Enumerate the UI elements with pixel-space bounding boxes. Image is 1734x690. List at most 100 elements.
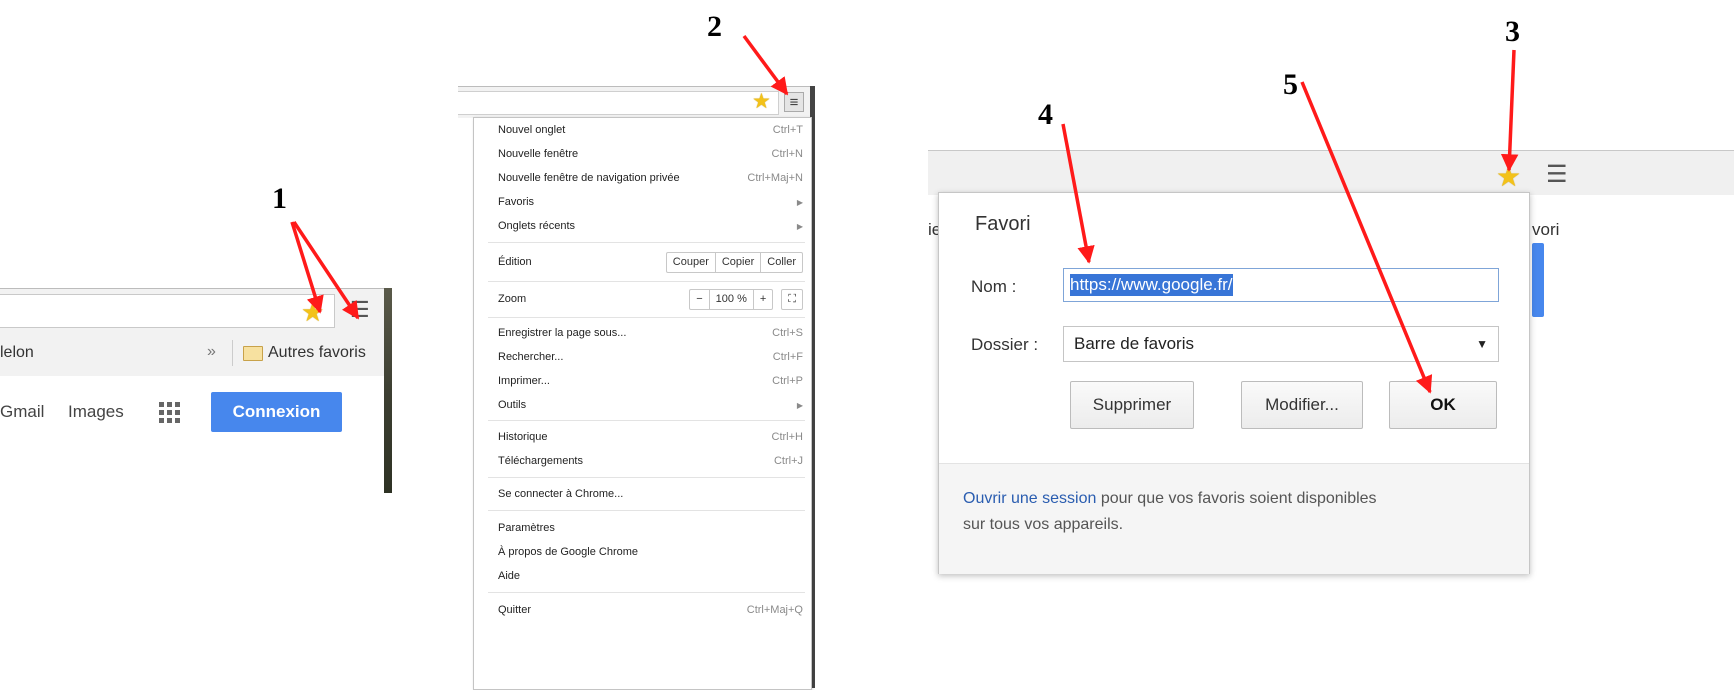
menu-item-label: Nouvelle fenêtre de navigation privée — [498, 172, 680, 184]
menu-item-save-page[interactable]: Enregistrer la page sous... Ctrl+S — [498, 321, 803, 345]
submenu-arrow-icon: ▶ — [796, 197, 803, 207]
annotation-number-5: 5 — [1283, 68, 1298, 101]
address-bar[interactable] — [458, 91, 779, 115]
fullscreen-button[interactable]: ⛶ — [781, 288, 803, 310]
menu-item-find[interactable]: Rechercher... Ctrl+F — [498, 345, 803, 369]
shortcut-label: Ctrl+P — [772, 375, 803, 387]
name-label: Nom : — [971, 277, 1017, 296]
folder-select-value: Barre de favoris — [1074, 334, 1194, 353]
shortcut-label: Ctrl+N — [771, 148, 803, 160]
menu-item-bookmarks[interactable]: Favoris ▶ — [498, 190, 803, 214]
menu-item-label: Nouvel onglet — [498, 124, 566, 136]
menu-separator — [488, 242, 805, 243]
star-icon[interactable]: ★ — [1496, 163, 1521, 191]
images-link[interactable]: Images — [68, 402, 124, 422]
toolbar: ★ ☰ — [928, 150, 1734, 195]
menu-item-signin[interactable]: Se connecter à Chrome... — [498, 482, 803, 506]
footer-text-line1: pour que vos favoris soient disponibles — [1096, 490, 1377, 507]
menu-item-print[interactable]: Imprimer... Ctrl+P — [498, 369, 803, 393]
signin-button[interactable]: Connexion — [211, 392, 342, 432]
submenu-arrow-icon: ▶ — [796, 221, 803, 231]
window-edge — [384, 288, 392, 493]
shortcut-label: Ctrl+F — [772, 351, 803, 363]
edit-button[interactable]: Modifier... — [1241, 381, 1363, 429]
menu-item-incognito[interactable]: Nouvelle fenêtre de navigation privée Ctr… — [498, 166, 803, 190]
menu-item-label: Téléchargements — [498, 455, 583, 467]
menu-item-quit[interactable]: Quitter Ctrl+Maj+Q — [498, 598, 803, 622]
panel-2-chrome-menu-crop: ★ ≡ Nouvel onglet Ctrl+T Nouvelle fenêtre… — [458, 86, 818, 690]
edit-button-group: Couper Copier Coller — [665, 251, 803, 273]
shortcut-label: Ctrl+S — [772, 327, 803, 339]
menu-item-help[interactable]: Aide — [498, 564, 803, 588]
zoom-button-group: − 100 % + — [689, 288, 774, 310]
zoom-in-button[interactable]: + — [752, 289, 772, 309]
menu-item-label: Nouvelle fenêtre — [498, 148, 579, 160]
menu-item-label: Outils — [498, 399, 527, 411]
apps-grid-icon[interactable] — [159, 402, 180, 423]
folder-select[interactable]: Barre de favoris ▼ — [1063, 326, 1499, 362]
divider — [232, 340, 233, 366]
ok-button[interactable]: OK — [1389, 381, 1497, 429]
menu-item-downloads[interactable]: Téléchargements Ctrl+J — [498, 449, 803, 473]
menu-separator — [488, 317, 805, 318]
menu-item-new-tab[interactable]: Nouvel onglet Ctrl+T — [498, 118, 803, 142]
menu-icon[interactable]: ≡ — [784, 92, 804, 112]
copy-button[interactable]: Copier — [714, 252, 760, 272]
shortcut-label: Ctrl+Maj+N — [747, 172, 803, 184]
remove-button[interactable]: Supprimer — [1070, 381, 1194, 429]
menu-item-new-window[interactable]: Nouvelle fenêtre Ctrl+N — [498, 142, 803, 166]
menu-separator — [488, 477, 805, 478]
folder-icon — [243, 346, 263, 361]
signin-button-partial[interactable] — [1532, 243, 1544, 317]
zoom-out-button[interactable]: − — [690, 290, 708, 309]
dropdown-arrow-icon: ▼ — [1476, 337, 1488, 351]
menu-icon[interactable]: ☰ — [350, 299, 370, 321]
paste-button[interactable]: Coller — [760, 252, 802, 272]
star-icon[interactable]: ★ — [752, 91, 771, 112]
shortcut-label: Ctrl+J — [773, 455, 803, 467]
shortcut-label: Ctrl+T — [772, 124, 803, 136]
bookmark-dialog: Favori Nom : https://www.google.fr/ Doss… — [938, 192, 1530, 574]
zoom-level: 100 % — [708, 289, 753, 309]
annotation-number-2: 2 — [707, 10, 722, 43]
star-icon[interactable]: ★ — [301, 299, 324, 325]
name-input-value: https://www.google.fr/ — [1070, 274, 1233, 296]
menu-item-settings[interactable]: Paramètres — [498, 516, 803, 540]
toolbar: ★ ≡ — [458, 86, 810, 118]
shortcut-label: Ctrl+Maj+Q — [746, 604, 803, 616]
menu-icon[interactable]: ☰ — [1546, 163, 1568, 187]
bookmark-item[interactable]: lelon — [0, 344, 34, 362]
menu-item-label: Se connecter à Chrome... — [498, 488, 624, 500]
other-bookmarks-folder[interactable]: Autres favoris — [268, 344, 366, 362]
shortcut-label: Ctrl+H — [771, 431, 803, 443]
fullscreen-icon: ⛶ — [788, 292, 796, 305]
chrome-menu: Nouvel onglet Ctrl+T Nouvelle fenêtre Ctrl… — [473, 117, 812, 690]
panel-1-toolbar-crop: ★ ☰ lelon » Autres favoris Gmail Images … — [0, 288, 392, 493]
menu-separator — [488, 592, 805, 593]
signin-link[interactable]: Ouvrir une session — [963, 490, 1096, 507]
menu-item-label: Favoris — [498, 196, 535, 208]
name-input[interactable]: https://www.google.fr/ — [1063, 268, 1499, 302]
bookmarks-overflow-chevron[interactable]: » — [207, 343, 216, 361]
toolbar: ★ ☰ — [0, 288, 384, 331]
menu-item-label: Aide — [498, 570, 521, 582]
menu-separator — [488, 420, 805, 421]
menu-item-about[interactable]: À propos de Google Chrome — [498, 540, 803, 564]
menu-item-recent-tabs[interactable]: Onglets récents ▶ — [498, 214, 803, 238]
menu-item-label: Quitter — [498, 604, 532, 616]
cut-button[interactable]: Couper — [667, 253, 715, 272]
annotation-number-1: 1 — [272, 182, 287, 215]
menu-item-label: Paramètres — [498, 522, 555, 534]
menu-item-label: Zoom — [498, 293, 527, 305]
address-bar[interactable] — [0, 294, 335, 328]
menu-separator — [488, 281, 805, 282]
menu-item-label: Édition — [498, 256, 532, 268]
annotation-number-3: 3 — [1505, 15, 1520, 48]
google-homepage-header: Gmail Images Connexion — [0, 376, 384, 493]
menu-item-label: Enregistrer la page sous... — [498, 327, 627, 339]
menu-item-history[interactable]: Historique Ctrl+H — [498, 425, 803, 449]
menu-item-tools[interactable]: Outils ▶ — [498, 393, 803, 417]
menu-row-zoom: Zoom − 100 % + ⛶ — [498, 285, 803, 313]
gmail-link[interactable]: Gmail — [0, 402, 44, 422]
footer-text: Ouvrir une session pour que vos favoris … — [963, 486, 1513, 538]
